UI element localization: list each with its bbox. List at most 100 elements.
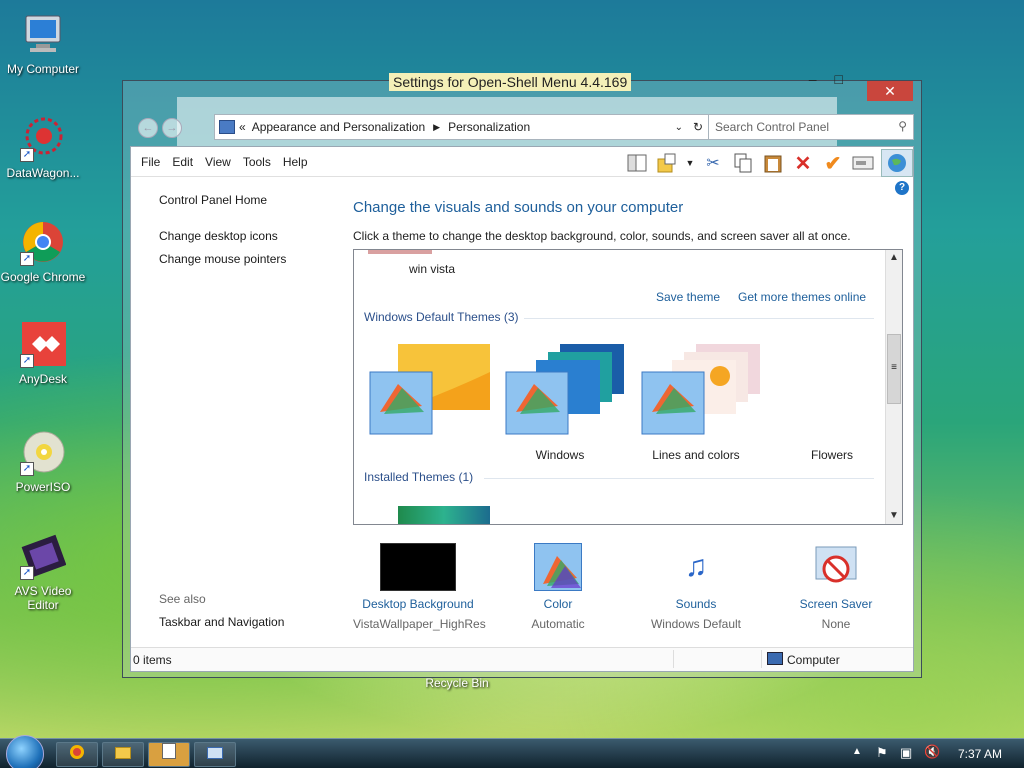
address-bar[interactable]: « Appearance and Personalization ▶ Perso…	[214, 114, 710, 140]
change-mouse-pointers-link[interactable]: Change mouse pointers	[159, 252, 286, 266]
desktop-icon-my-computer[interactable]: My Computer	[0, 12, 86, 76]
option-title: Desktop Background	[362, 597, 474, 611]
address-row: ← → « Appearance and Personalization ▶ P…	[130, 114, 914, 144]
personalization-window[interactable]: File Edit View Tools Help ▼ ✂ ✕ ✔ ? Cont…	[130, 146, 914, 672]
get-more-themes-link[interactable]: Get more themes online	[738, 290, 866, 304]
cut-icon[interactable]: ✂	[701, 151, 725, 175]
desktop-icon-label: DataWagon...	[6, 166, 80, 180]
breadcrumb-chevron[interactable]: «	[239, 120, 246, 134]
desktop-icon-avs-video-editor[interactable]: ➚ AVS Video Editor	[0, 534, 86, 612]
divider	[524, 318, 874, 319]
desktop-background-thumbnail	[380, 543, 456, 591]
theme-lines-thumbnail	[505, 344, 624, 435]
taskbar-navigation-link[interactable]: Taskbar and Navigation	[159, 615, 284, 629]
refresh-icon[interactable]: ↻	[693, 120, 703, 134]
sounds-option[interactable]: ♫ Sounds Windows Default	[631, 543, 761, 631]
status-divider	[761, 650, 762, 668]
rename-icon[interactable]	[851, 151, 875, 175]
network-icon[interactable]: ▣	[900, 745, 912, 761]
desktop-icon-datawagon[interactable]: ➚ DataWagon...	[0, 116, 86, 180]
preview-pane-icon[interactable]	[625, 151, 649, 175]
desktop-icon-label: Recycle Bin	[425, 676, 489, 690]
see-also-label: See also	[159, 592, 206, 606]
breadcrumb-personalization[interactable]: Personalization	[448, 120, 530, 134]
scroll-up-icon[interactable]: ▲	[886, 250, 902, 266]
delete-icon[interactable]: ✕	[791, 151, 815, 175]
my-theme-thumbnail[interactable]	[368, 250, 432, 254]
menu-help[interactable]: Help	[277, 155, 314, 169]
shortcut-arrow-icon: ➚	[20, 462, 34, 476]
globe-icon[interactable]	[881, 149, 913, 177]
scroll-thumb[interactable]: ≡	[887, 334, 901, 404]
dropdown-chevron-icon[interactable]: ⌄	[675, 122, 683, 133]
desktop-icon-label: Google Chrome	[0, 270, 86, 284]
menu-tools[interactable]: Tools	[237, 155, 277, 169]
themes-scrollbar[interactable]: ▲ ≡ ▼	[885, 250, 902, 524]
left-pane: Control Panel Home Change desktop icons …	[131, 177, 341, 647]
toolbar-dropdown-icon[interactable]: ▼	[685, 151, 695, 175]
action-center-icon[interactable]: ⚑	[876, 745, 888, 761]
control-panel-icon	[219, 120, 235, 134]
scroll-down-icon[interactable]: ▼	[886, 508, 902, 524]
ghost-window-controls[interactable]: –□	[809, 71, 861, 87]
option-title: Color	[543, 597, 573, 611]
desktop-icon-recycle-bin[interactable]: Recycle Bin	[414, 676, 500, 690]
back-button[interactable]: ←	[138, 118, 158, 138]
menu-bar: File Edit View Tools Help ▼ ✂ ✕ ✔	[131, 147, 913, 177]
my-theme-label[interactable]: win vista	[409, 262, 455, 276]
control-panel-home-link[interactable]: Control Panel Home	[159, 193, 267, 207]
search-input[interactable]: Search Control Panel ⚲	[708, 114, 914, 140]
taskbar-explorer-button[interactable]	[102, 742, 144, 767]
tray-expand-icon[interactable]: ▲	[852, 746, 862, 757]
themes-list[interactable]: win vista Save theme Get more themes onl…	[353, 249, 903, 525]
color-option[interactable]: Color Automatic	[493, 543, 623, 631]
forward-button[interactable]: →	[162, 118, 182, 138]
anydesk-icon: ➚	[20, 322, 66, 368]
close-button[interactable]: ✕	[867, 81, 913, 101]
status-location: Computer	[787, 653, 840, 667]
divider	[484, 478, 874, 479]
page-title: Change the visuals and sounds on your co…	[353, 199, 684, 216]
screen-saver-icon	[812, 543, 860, 591]
shortcut-arrow-icon: ➚	[20, 148, 34, 162]
theme-flowers[interactable]: Flowers	[640, 342, 853, 462]
menu-edit[interactable]: Edit	[166, 155, 199, 169]
start-button[interactable]	[6, 735, 44, 768]
desktop-icon-poweriso[interactable]: ➚ PowerISO	[0, 430, 86, 494]
ghost-window-title: Settings for Open-Shell Menu 4.4.169	[389, 73, 632, 91]
page-description: Click a theme to change the desktop back…	[353, 229, 851, 243]
menu-view[interactable]: View	[199, 155, 237, 169]
menu-file[interactable]: File	[135, 155, 166, 169]
save-theme-link[interactable]: Save theme	[656, 290, 720, 304]
folder-options-icon[interactable]	[655, 151, 679, 175]
change-desktop-icons-link[interactable]: Change desktop icons	[159, 229, 278, 243]
taskbar-chrome-button[interactable]	[56, 742, 98, 767]
chrome-icon: ➚	[20, 220, 66, 266]
copy-icon[interactable]	[731, 151, 755, 175]
desktop-icon-chrome[interactable]: ➚ Google Chrome	[0, 220, 86, 284]
taskbar-control-panel-button[interactable]	[194, 742, 236, 767]
properties-check-icon[interactable]: ✔	[821, 151, 845, 175]
shortcut-arrow-icon: ➚	[20, 252, 34, 266]
breadcrumb-separator: ▶	[433, 121, 441, 132]
status-item-count: 0 items	[133, 653, 172, 667]
volume-muted-icon[interactable]: 🔇	[924, 744, 940, 760]
desktop-icon-anydesk[interactable]: ➚ AnyDesk	[0, 322, 86, 386]
theme-windows-thumbnail	[369, 344, 490, 435]
desktop-icon-label: My Computer	[6, 62, 80, 76]
screen-saver-option[interactable]: Screen Saver None	[771, 543, 901, 631]
theme-flowers-thumbnail	[641, 344, 760, 435]
clock[interactable]: 7:37 AM	[958, 747, 1002, 761]
paste-icon[interactable]	[761, 151, 785, 175]
option-value: Windows Default	[650, 617, 742, 631]
installed-themes-group: Installed Themes (1)	[364, 470, 474, 484]
option-value: VistaWallpaper_HighRes	[353, 617, 486, 631]
taskbar-settings-button[interactable]	[148, 742, 190, 767]
desktop-background-option[interactable]: Desktop Background VistaWallpaper_HighRe…	[353, 543, 486, 631]
installed-theme-thumbnail[interactable]	[398, 506, 490, 524]
theme-lines-and-colors[interactable]: Lines and colors	[504, 342, 740, 462]
option-title: Screen Saver	[799, 597, 873, 611]
theme-windows[interactable]: Windows	[368, 342, 584, 462]
toolbar: ▼ ✂ ✕ ✔	[625, 149, 913, 177]
breadcrumb-appearance[interactable]: Appearance and Personalization	[252, 120, 425, 134]
